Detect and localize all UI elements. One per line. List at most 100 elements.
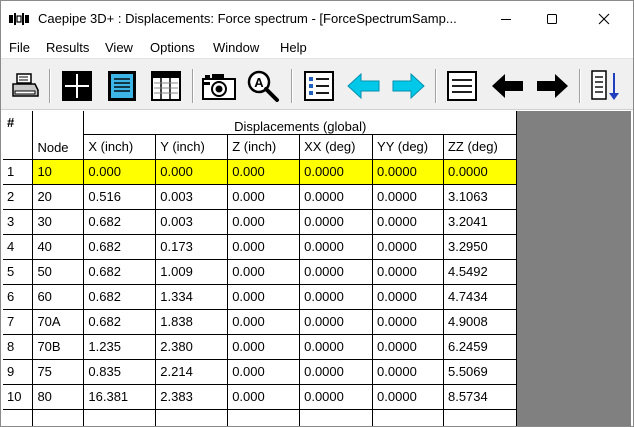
row-number[interactable]: 3 xyxy=(3,209,34,235)
cell-zz[interactable]: 4.9008 xyxy=(443,309,518,335)
cell-yy[interactable]: 0.0000 xyxy=(372,209,444,235)
title-bar[interactable]: Caepipe 3D+ : Displacements: Force spect… xyxy=(1,1,633,36)
row-number[interactable]: 5 xyxy=(3,259,34,285)
column-header-y[interactable]: Y (inch) xyxy=(155,134,229,160)
cell-yy[interactable]: 0.0000 xyxy=(372,184,444,210)
cell-x[interactable]: 0.682 xyxy=(83,259,157,285)
close-button[interactable] xyxy=(581,1,627,36)
cell-node[interactable]: 70B xyxy=(32,334,85,360)
cell-xx[interactable]: 0.0000 xyxy=(299,209,374,235)
table-button[interactable] xyxy=(148,68,184,104)
menu-view[interactable]: View xyxy=(105,40,133,55)
next-black-button[interactable] xyxy=(534,68,570,104)
crosshair-button[interactable] xyxy=(59,68,95,104)
table-row[interactable]: 9 75 0.835 2.214 0.000 0.0000 0.0000 5.5069 xyxy=(3,359,518,385)
app-icon[interactable] xyxy=(9,12,29,26)
cell-z[interactable]: 0.000 xyxy=(227,284,301,310)
cell-zz[interactable]: 3.2950 xyxy=(443,234,518,260)
cell-xx[interactable]: 0.0000 xyxy=(299,159,374,185)
document-button[interactable] xyxy=(104,68,140,104)
cell-z[interactable]: 0.000 xyxy=(227,209,301,235)
list-button[interactable] xyxy=(301,68,337,104)
menu-results[interactable]: Results xyxy=(46,40,89,55)
cell-xx[interactable]: 0.0000 xyxy=(299,359,374,385)
cell-node[interactable]: 75 xyxy=(32,359,85,385)
cell-node[interactable]: 80 xyxy=(32,384,85,410)
cell-x[interactable]: 0.835 xyxy=(83,359,157,385)
cell-x[interactable]: 16.381 xyxy=(83,384,157,410)
table-row[interactable]: 7 70A 0.682 1.838 0.000 0.0000 0.0000 4.9008 xyxy=(3,309,518,335)
cell-xx[interactable]: 0.0000 xyxy=(299,384,374,410)
table-row[interactable]: 8 70B 1.235 2.380 0.000 0.0000 0.0000 6.2459 xyxy=(3,334,518,360)
cell-xx[interactable]: 0.0000 xyxy=(299,309,374,335)
cell-zz[interactable]: 5.5069 xyxy=(443,359,518,385)
cell-y[interactable]: 2.380 xyxy=(155,334,229,360)
cell-node[interactable]: 10 xyxy=(32,159,85,185)
cell-y[interactable]: 0.003 xyxy=(155,209,229,235)
displacements-grid[interactable]: # Node Displacements (global) X (inch) Y… xyxy=(3,111,518,426)
row-number[interactable]: 8 xyxy=(3,334,34,360)
table-row[interactable]: 2 20 0.516 0.003 0.000 0.0000 0.0000 3.1063 xyxy=(3,184,518,210)
cell-zz[interactable]: 0.0000 xyxy=(443,159,518,185)
cell-z[interactable]: 0.000 xyxy=(227,259,301,285)
cell-y[interactable]: 0.003 xyxy=(155,184,229,210)
column-header-z[interactable]: Z (inch) xyxy=(227,134,301,160)
cell-yy[interactable]: 0.0000 xyxy=(372,359,444,385)
row-number[interactable]: 10 xyxy=(3,384,34,410)
cell-zz[interactable]: 3.1063 xyxy=(443,184,518,210)
cell-node[interactable]: 60 xyxy=(32,284,85,310)
table-row[interactable]: 4 40 0.682 0.173 0.000 0.0000 0.0000 3.2950 xyxy=(3,234,518,260)
cell-node[interactable]: 40 xyxy=(32,234,85,260)
cell-z[interactable]: 0.000 xyxy=(227,334,301,360)
cell-zz[interactable]: 4.7434 xyxy=(443,284,518,310)
column-header-yy[interactable]: YY (deg) xyxy=(372,134,444,160)
cell-y[interactable]: 1.334 xyxy=(155,284,229,310)
cell-node[interactable]: 50 xyxy=(32,259,85,285)
cell-yy[interactable]: 0.0000 xyxy=(372,284,444,310)
menu-file[interactable]: File xyxy=(9,40,30,55)
menu-window[interactable]: Window xyxy=(213,40,259,55)
cell-yy[interactable]: 0.0000 xyxy=(372,334,444,360)
cell-yy[interactable]: 0.0000 xyxy=(372,259,444,285)
table-row[interactable]: 10 80 16.381 2.383 0.000 0.0000 0.0000 8.5734 xyxy=(3,384,518,410)
cell-zz[interactable]: 4.5492 xyxy=(443,259,518,285)
cell-y[interactable]: 0.173 xyxy=(155,234,229,260)
row-number[interactable]: 1 xyxy=(3,159,34,185)
cell-x[interactable]: 0.516 xyxy=(83,184,157,210)
table-row[interactable]: 5 50 0.682 1.009 0.000 0.0000 0.0000 4.5492 xyxy=(3,259,518,285)
cell-node[interactable]: 20 xyxy=(32,184,85,210)
cell-x[interactable]: 1.235 xyxy=(83,334,157,360)
cell-z[interactable]: 0.000 xyxy=(227,159,301,185)
row-number[interactable]: 4 xyxy=(3,234,34,260)
cell-yy[interactable]: 0.0000 xyxy=(372,384,444,410)
cell-z[interactable]: 0.000 xyxy=(227,234,301,260)
row-number[interactable]: 9 xyxy=(3,359,34,385)
cell-x[interactable]: 0.682 xyxy=(83,284,157,310)
row-number[interactable]: 7 xyxy=(3,309,34,335)
cell-zz[interactable]: 8.5734 xyxy=(443,384,518,410)
cell-yy[interactable]: 0.0000 xyxy=(372,159,444,185)
cell-zz[interactable]: 6.2459 xyxy=(443,334,518,360)
row-number[interactable]: 2 xyxy=(3,184,34,210)
cell-y[interactable]: 0.000 xyxy=(155,159,229,185)
table-row[interactable]: 6 60 0.682 1.334 0.000 0.0000 0.0000 4.7434 xyxy=(3,284,518,310)
maximize-button[interactable] xyxy=(529,1,575,36)
next-cyan-button[interactable] xyxy=(390,68,426,104)
cell-zz[interactable]: 3.2041 xyxy=(443,209,518,235)
cell-xx[interactable]: 0.0000 xyxy=(299,234,374,260)
print-button[interactable] xyxy=(7,68,43,104)
previous-black-button[interactable] xyxy=(490,68,526,104)
cell-y[interactable]: 2.383 xyxy=(155,384,229,410)
column-header-node[interactable]: Node xyxy=(32,111,85,160)
cell-yy[interactable]: 0.0000 xyxy=(372,234,444,260)
previous-cyan-button[interactable] xyxy=(346,68,382,104)
cell-z[interactable]: 0.000 xyxy=(227,184,301,210)
cell-z[interactable]: 0.000 xyxy=(227,359,301,385)
cell-x[interactable]: 0.682 xyxy=(83,309,157,335)
cell-y[interactable]: 1.838 xyxy=(155,309,229,335)
cell-xx[interactable]: 0.0000 xyxy=(299,184,374,210)
row-number[interactable]: 6 xyxy=(3,284,34,310)
lines-button[interactable] xyxy=(444,68,480,104)
cell-node[interactable]: 30 xyxy=(32,209,85,235)
table-row[interactable]: 1 10 0.000 0.000 0.000 0.0000 0.0000 0.0000 xyxy=(3,159,518,185)
